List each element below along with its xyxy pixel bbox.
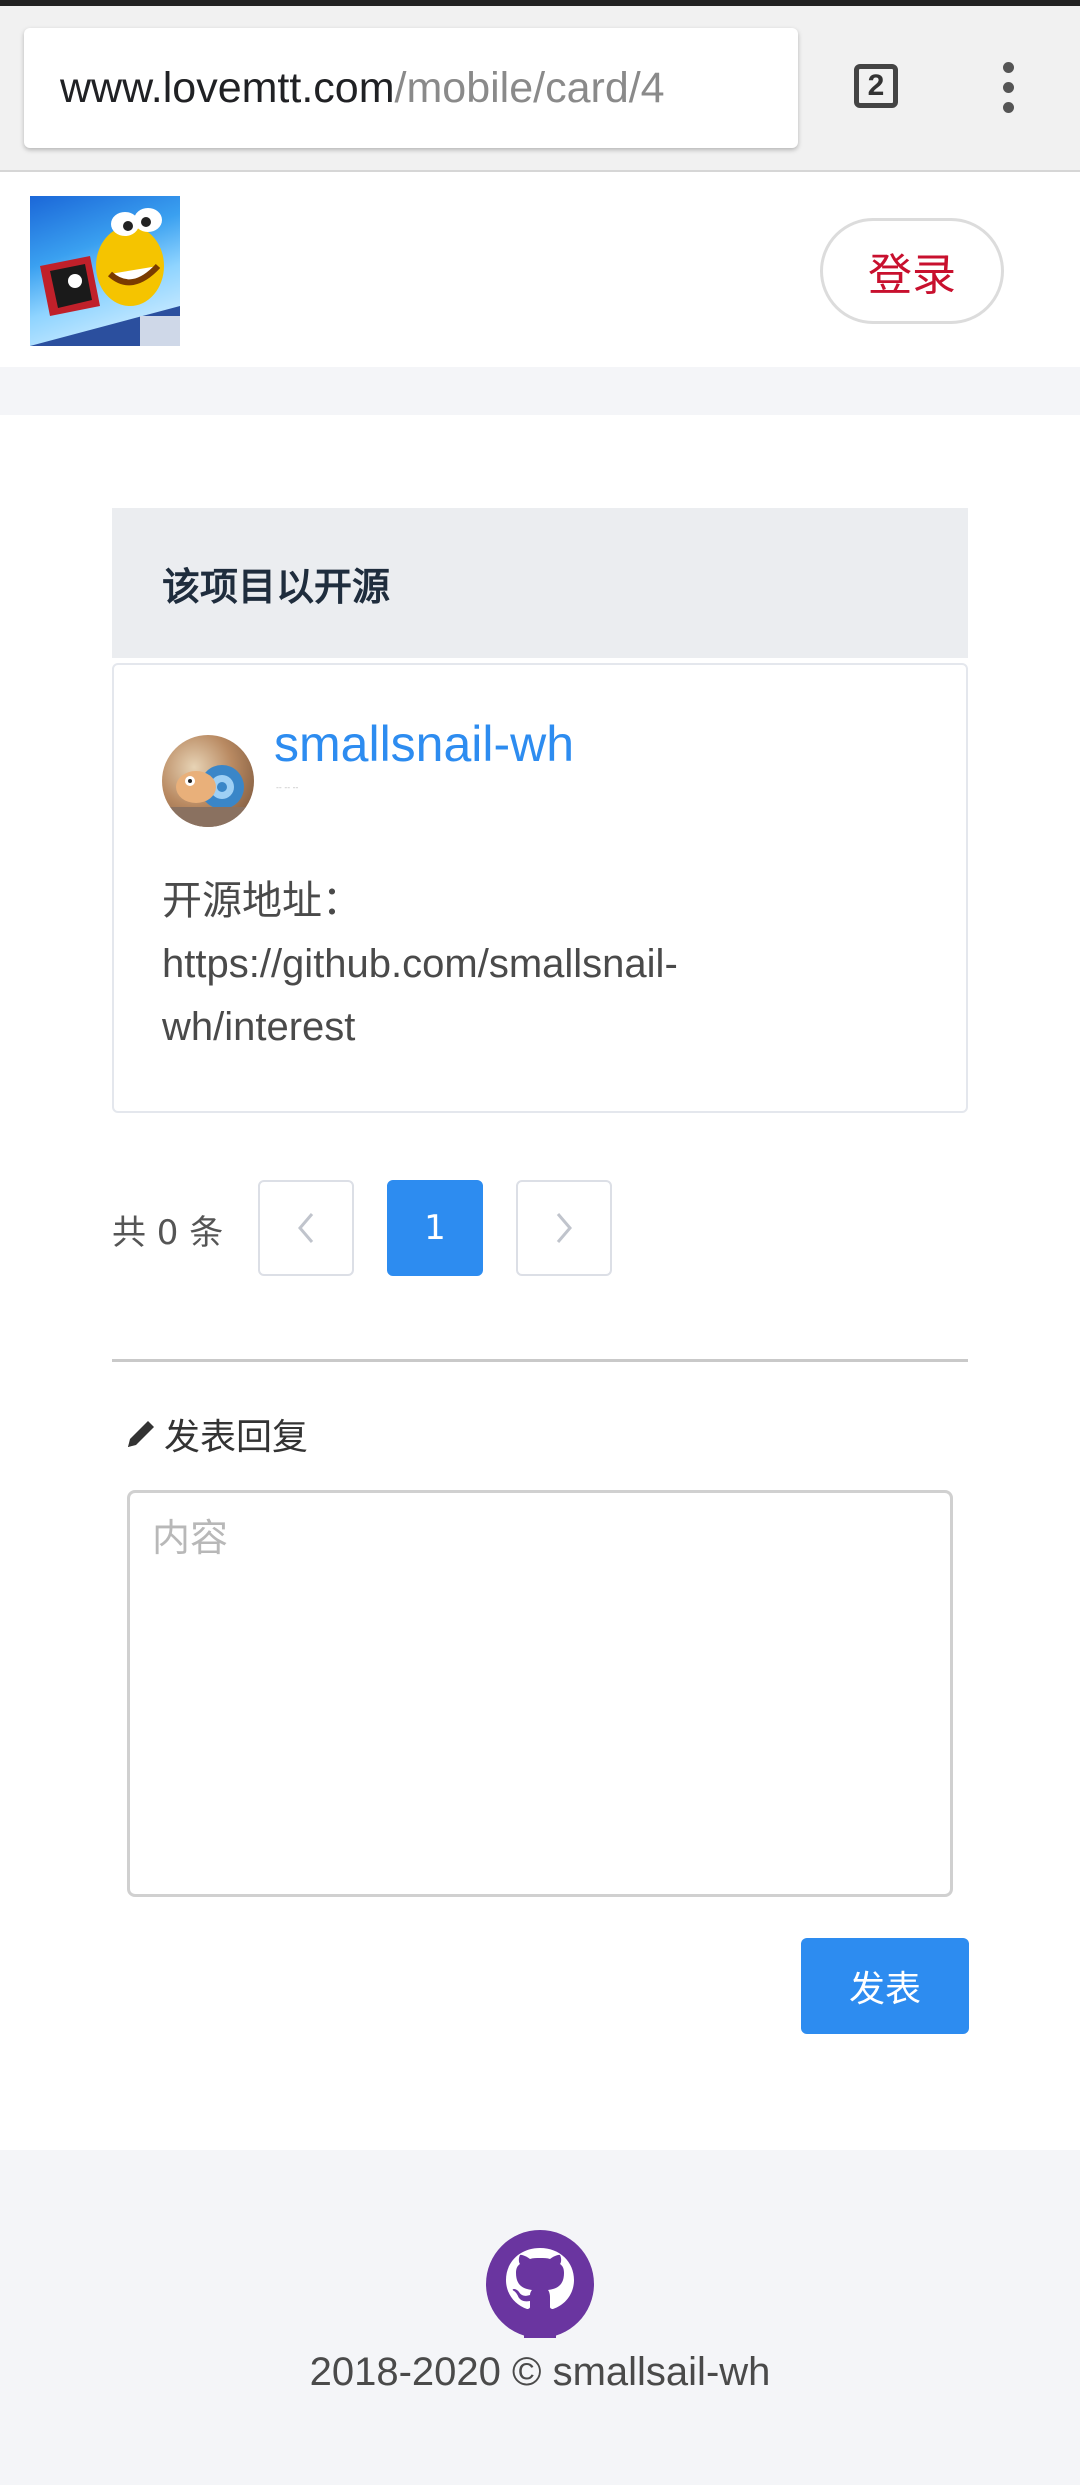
- divider: [112, 1359, 968, 1362]
- author-name[interactable]: smallsnail-wh: [274, 715, 574, 773]
- tab-switcher-button[interactable]: 2: [854, 64, 898, 108]
- more-vert-icon[interactable]: [996, 62, 1020, 122]
- address-bar[interactable]: www.lovemtt.com/mobile/card/4: [24, 28, 798, 148]
- prev-page-button[interactable]: [258, 1180, 354, 1276]
- url-text[interactable]: www.lovemtt.com/mobile/card/4: [60, 64, 665, 113]
- url-path: /mobile/card/4: [394, 63, 665, 112]
- submit-reply-button[interactable]: 发表: [801, 1938, 969, 2034]
- reply-content-input[interactable]: [127, 1490, 953, 1897]
- post-card: smallsnail-wh -- -- -- 开源地址： https://git…: [112, 663, 968, 1113]
- pencil-icon: [128, 1421, 154, 1447]
- url-host: www.lovemtt.com: [60, 63, 395, 112]
- card-title: 该项目以开源: [112, 508, 968, 658]
- reply-heading-label: 发表回复: [164, 1417, 309, 1458]
- browser-toolbar: www.lovemtt.com/mobile/card/4 2: [0, 0, 1080, 172]
- page-button-current[interactable]: 1: [387, 1180, 483, 1276]
- total-count: 共 0 条: [112, 1213, 224, 1253]
- avatar[interactable]: [162, 735, 254, 827]
- snail-logo[interactable]: [30, 196, 180, 346]
- reply-heading: 发表回复: [124, 1408, 308, 1460]
- login-button[interactable]: 登录: [820, 218, 1004, 324]
- content-line: 开源地址：: [162, 879, 362, 923]
- content-line: https://github.com/smallsnail-: [162, 942, 678, 986]
- main-content: 该项目以开源 smallsnail-wh -- -- -- 开源地址： http…: [0, 415, 1080, 2150]
- author-meta: -- -- --: [276, 783, 299, 792]
- post-content: 开源地址： https://github.com/smallsnail- wh/…: [162, 870, 802, 1059]
- chevron-right-icon: [556, 1213, 572, 1243]
- next-page-button[interactable]: [516, 1180, 612, 1276]
- site-header: 登录: [0, 172, 1080, 367]
- github-icon[interactable]: [486, 2230, 594, 2338]
- copyright-text: 2018-2020 © smallsail-wh: [309, 2350, 771, 2394]
- content-line: wh/interest: [162, 1005, 356, 1049]
- chevron-left-icon: [298, 1213, 314, 1243]
